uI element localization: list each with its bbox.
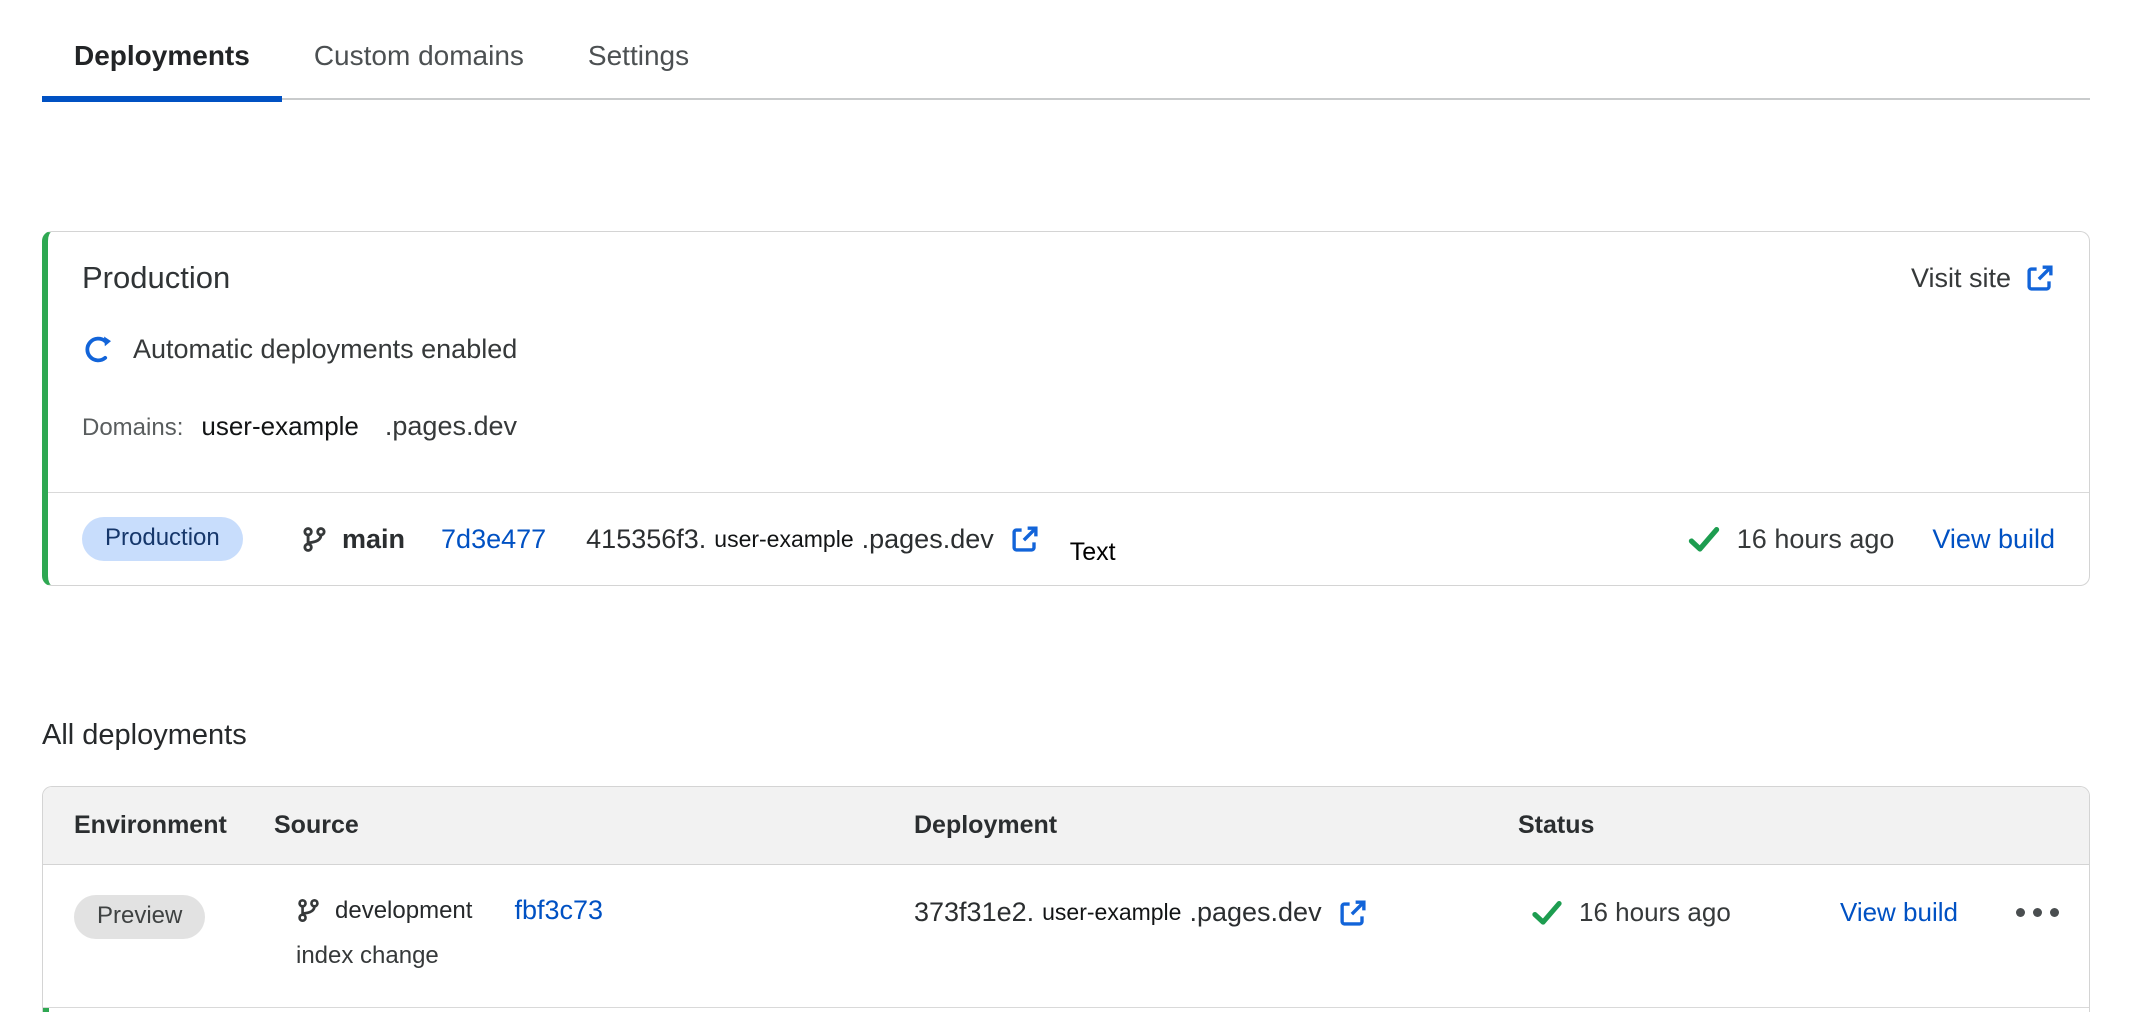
deployment-id: 373f31e2.	[914, 897, 1034, 928]
deployment-domain-suffix: .pages.dev	[862, 524, 994, 555]
environment-badge: Preview	[74, 895, 205, 939]
column-header-deployment: Deployment	[914, 811, 1518, 840]
deployment-time: 16 hours ago	[1737, 524, 1895, 555]
view-build-link[interactable]: View build	[1840, 897, 1958, 928]
tab-deployments[interactable]: Deployments	[42, 24, 282, 98]
column-header-source: Source	[274, 811, 914, 840]
git-branch-icon	[296, 896, 321, 925]
deployment-id: 415356f3.	[586, 524, 706, 555]
visit-site-label: Visit site	[1911, 263, 2011, 294]
production-card-title: Production	[82, 260, 230, 296]
table-row: Preview development fbf3c73 index change	[43, 865, 2089, 1007]
next-row-partial	[43, 1007, 2089, 1012]
all-deployments-title: All deployments	[42, 719, 2090, 752]
git-branch-icon	[301, 524, 328, 555]
tab-bar: Deployments Custom domains Settings	[42, 0, 2090, 100]
tab-custom-domains[interactable]: Custom domains	[282, 24, 556, 98]
branch-name: main	[342, 524, 405, 555]
deployment-time: 16 hours ago	[1579, 897, 1731, 928]
check-icon	[1531, 899, 1563, 927]
view-build-link[interactable]: View build	[1932, 524, 2055, 555]
branch-name: development	[335, 897, 472, 925]
column-header-environment: Environment	[43, 811, 274, 840]
more-options-icon	[2050, 908, 2059, 917]
more-options-button[interactable]	[2014, 902, 2061, 923]
check-icon	[1687, 525, 1721, 554]
commit-link[interactable]: fbf3c73	[514, 895, 603, 926]
column-header-status: Status	[1518, 811, 2089, 840]
annotation-text: Text	[1070, 538, 1116, 567]
auto-deployments-text: Automatic deployments enabled	[133, 334, 517, 365]
production-domain-suffix: .pages.dev	[385, 411, 517, 442]
commit-message: index change	[296, 942, 914, 970]
more-options-icon	[2016, 908, 2025, 917]
production-deployment-row: Production main 7d3e477 415356f3. user-e…	[48, 492, 2089, 585]
external-link-icon	[2025, 263, 2055, 293]
next-row-green-border	[43, 1008, 49, 1012]
refresh-icon	[82, 335, 111, 364]
tab-settings[interactable]: Settings	[556, 24, 721, 98]
commit-link[interactable]: 7d3e477	[441, 524, 546, 555]
deployment-domain-name: user-example	[1042, 899, 1181, 926]
environment-badge: Production	[82, 517, 243, 561]
table-header-row: Environment Source Deployment Status	[43, 787, 2089, 865]
deployment-domain-name: user-example	[714, 526, 853, 553]
production-card: Production Visit site Automa	[42, 231, 2090, 586]
domains-label: Domains:	[82, 414, 183, 442]
more-options-icon	[2033, 908, 2042, 917]
external-link-icon[interactable]	[1338, 898, 1368, 928]
production-domain-name: user-example	[201, 411, 359, 442]
external-link-icon[interactable]	[1010, 524, 1040, 554]
deployments-table: Environment Source Deployment Status Pre…	[42, 786, 2090, 1012]
deployment-domain-suffix: .pages.dev	[1189, 897, 1321, 928]
visit-site-button[interactable]: Visit site	[1911, 263, 2055, 294]
